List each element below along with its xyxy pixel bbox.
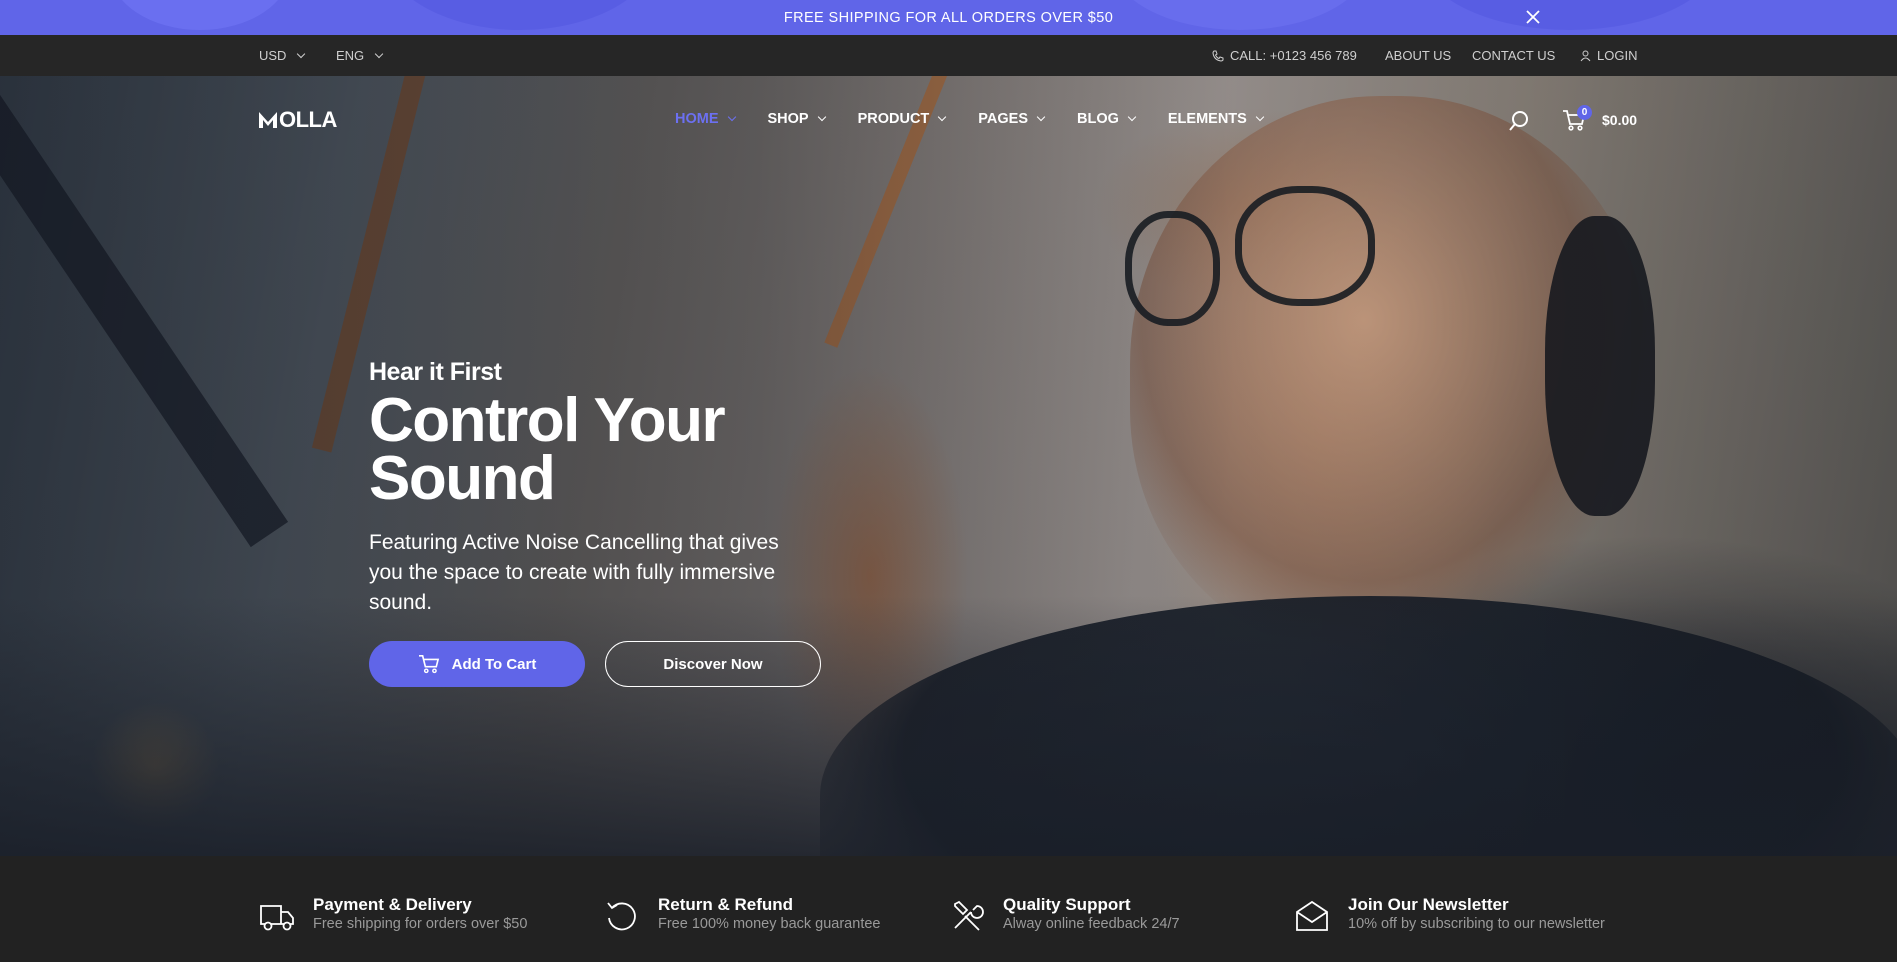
features-strip: Payment & Delivery Free shipping for ord… — [0, 856, 1897, 962]
phone-icon — [1212, 50, 1224, 62]
truck-icon — [260, 905, 294, 931]
molla-logo-icon — [259, 112, 277, 128]
feature-title: Return & Refund — [658, 895, 794, 914]
logo[interactable]: OLLA — [258, 107, 337, 133]
hero-kicker: Hear it First — [369, 358, 502, 386]
nav-label: PAGES — [978, 111, 1028, 127]
chevron-down-icon — [1127, 112, 1137, 122]
nav-label: SHOP — [767, 111, 809, 127]
close-icon[interactable] — [1523, 7, 1543, 27]
nav-shop[interactable]: SHOP — [767, 111, 826, 127]
nav-home[interactable]: HOME — [675, 111, 736, 127]
feature-desc: Free 100% money back guarantee — [658, 916, 881, 932]
headline-line-2: Sound — [369, 444, 556, 513]
feature-quality-support: Quality Support Alway online feedback 24… — [949, 896, 1180, 934]
about-link[interactable]: ABOUT US — [1385, 48, 1451, 63]
add-to-cart-label: Add To Cart — [451, 655, 537, 673]
nav-label: PRODUCT — [857, 111, 930, 127]
nav-elements[interactable]: ELEMENTS — [1167, 111, 1265, 127]
nav-pages[interactable]: PAGES — [978, 111, 1046, 127]
add-to-cart-button[interactable]: Add To Cart — [369, 641, 585, 687]
chevron-down-icon — [297, 49, 306, 58]
discover-now-button[interactable]: Discover Now — [605, 641, 821, 687]
feature-newsletter[interactable]: Join Our Newsletter 10% off by subscribi… — [1294, 896, 1605, 934]
feature-payment-delivery: Payment & Delivery Free shipping for ord… — [259, 896, 527, 934]
nav-label: HOME — [675, 111, 719, 127]
user-icon — [1580, 50, 1591, 61]
nav-label: BLOG — [1077, 111, 1119, 127]
hero-banner — [0, 76, 1897, 856]
cart-icon — [418, 655, 439, 674]
cart-count-badge: 0 — [1577, 105, 1592, 120]
feature-title: Payment & Delivery — [313, 895, 472, 914]
refund-icon — [607, 902, 636, 931]
discover-now-label: Discover Now — [663, 655, 763, 673]
hero-subtitle: Featuring Active Noise Cancelling that g… — [369, 531, 779, 614]
feature-desc: Free shipping for orders over $50 — [313, 916, 528, 932]
login-link[interactable]: LOGIN — [1580, 48, 1637, 63]
feature-desc: Alway online feedback 24/7 — [1003, 916, 1180, 932]
chevron-down-icon — [374, 49, 384, 58]
language-select[interactable]: ENG — [336, 48, 384, 63]
search-icon[interactable] — [1508, 110, 1530, 132]
hero-headline: Control Your Sound — [369, 386, 726, 513]
main-nav: HOME SHOP PRODUCT PAGES BLOG ELEMENTS — [675, 111, 1296, 127]
cart-total[interactable]: $0.00 — [1602, 112, 1637, 128]
currency-select[interactable]: USD — [259, 48, 306, 63]
envelope-icon — [1296, 900, 1328, 931]
logo-text: OLLA — [279, 107, 337, 132]
about-label: ABOUT US — [1385, 48, 1452, 63]
phone-link[interactable]: CALL: +0123 456 789 — [1212, 48, 1357, 63]
nav-product[interactable]: PRODUCT — [857, 111, 947, 127]
feature-title: Join Our Newsletter — [1348, 895, 1509, 914]
chevron-down-icon — [1036, 112, 1046, 122]
phone-label: CALL: +0123 456 789 — [1230, 48, 1357, 63]
chevron-down-icon — [727, 112, 736, 122]
chevron-down-icon — [1255, 112, 1265, 122]
chevron-down-icon — [938, 112, 947, 122]
top-bar: USD ENG CALL: +0123 456 789 ABOUT US CON… — [0, 35, 1897, 76]
promo-bar: FREE SHIPPING FOR ALL ORDERS OVER $50 — [0, 0, 1897, 35]
language-label: ENG — [336, 48, 365, 63]
promo-message: FREE SHIPPING FOR ALL ORDERS OVER $50 — [783, 10, 1114, 26]
contact-link[interactable]: CONTACT US — [1472, 48, 1555, 63]
feature-desc: 10% off by subscribing to our newsletter — [1348, 916, 1605, 932]
login-label: LOGIN — [1597, 48, 1638, 63]
feature-title: Quality Support — [1003, 895, 1131, 914]
currency-label: USD — [259, 48, 287, 63]
nav-label: ELEMENTS — [1167, 111, 1247, 127]
tools-icon — [954, 900, 984, 931]
contact-label: CONTACT US — [1472, 48, 1556, 63]
feature-return-refund: Return & Refund Free 100% money back gua… — [604, 896, 880, 934]
chevron-down-icon — [817, 112, 826, 122]
nav-blog[interactable]: BLOG — [1077, 111, 1137, 127]
headline-line-1: Control Your — [369, 386, 726, 455]
